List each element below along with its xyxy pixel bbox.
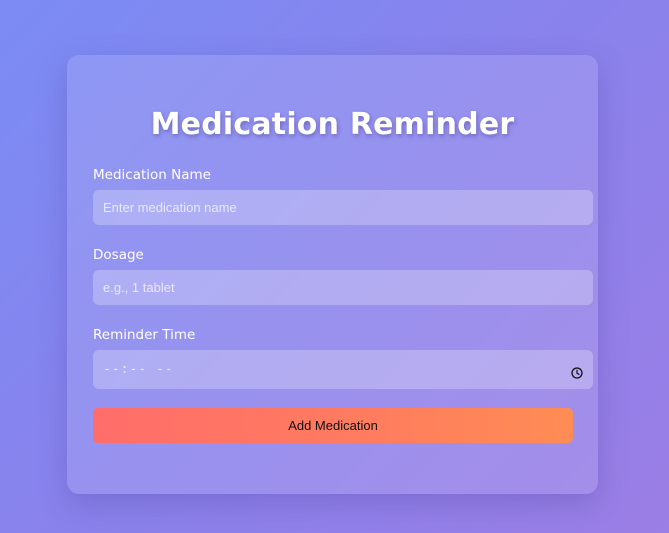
medication-name-input[interactable]: Enter medication name: [93, 190, 593, 225]
medication-form-card: Medication Reminder Medication Name Ente…: [67, 55, 598, 494]
dosage-placeholder: e.g., 1 tablet: [103, 280, 175, 295]
clock-icon[interactable]: [571, 364, 583, 379]
medication-name-label: Medication Name: [93, 167, 211, 183]
dosage-input[interactable]: e.g., 1 tablet: [93, 270, 593, 305]
reminder-time-placeholder: --:-- --: [103, 362, 174, 377]
medication-name-placeholder: Enter medication name: [103, 200, 237, 215]
reminder-time-label: Reminder Time: [93, 327, 196, 343]
page-title: Medication Reminder: [150, 107, 515, 142]
add-medication-button[interactable]: Add Medication: [93, 408, 573, 443]
dosage-label: Dosage: [93, 247, 144, 263]
reminder-time-input[interactable]: --:-- --: [93, 350, 593, 389]
